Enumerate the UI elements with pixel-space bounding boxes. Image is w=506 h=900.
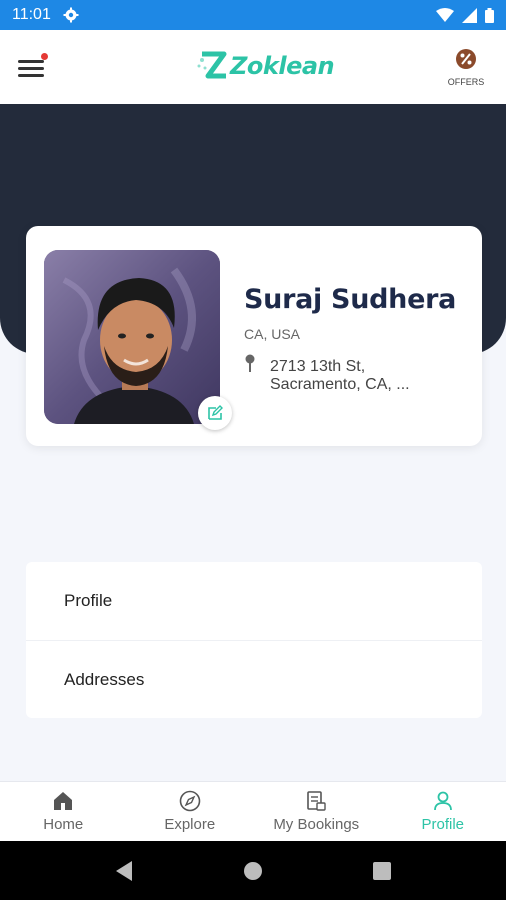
menu-item-addresses[interactable]: Addresses — [26, 640, 482, 718]
offer-percent-icon — [456, 49, 476, 69]
user-name: Suraj Sudhera — [244, 284, 457, 315]
menu-line — [18, 60, 44, 63]
recents-icon[interactable] — [372, 861, 392, 881]
nav-item-home[interactable]: Home — [0, 782, 127, 841]
offers-button[interactable]: OFFERS — [442, 48, 490, 87]
hamburger-menu-button[interactable] — [18, 53, 48, 78]
system-navigation-bar — [0, 841, 506, 900]
status-indicators — [436, 7, 494, 23]
nav-label-my-bookings: My Bookings — [273, 816, 360, 833]
home-icon — [54, 792, 73, 810]
brand-logo: Zoklean — [196, 44, 335, 88]
logo-mark-icon — [197, 51, 227, 79]
app-header: Zoklean OFFERS — [0, 30, 506, 104]
bookings-icon — [307, 791, 326, 811]
edit-icon — [208, 405, 223, 420]
menu-line — [18, 74, 44, 77]
menu-item-profile[interactable]: Profile — [26, 562, 482, 640]
wifi-icon — [436, 8, 454, 22]
edit-photo-button[interactable] — [198, 396, 232, 430]
settings-icon — [63, 7, 79, 23]
profile-menu-list: Profile Addresses — [26, 562, 482, 718]
notification-dot — [41, 53, 48, 60]
address-line-1: 2713 13th St, — [270, 358, 366, 375]
avatar[interactable] — [44, 250, 220, 424]
signal-icon — [462, 7, 477, 23]
user-region: CA, USA — [244, 326, 301, 342]
status-bar: 11:01 — [0, 0, 506, 30]
avatar-photo — [44, 250, 220, 424]
nav-label-home: Home — [43, 816, 84, 833]
nav-item-explore[interactable]: Explore — [127, 782, 254, 841]
compass-icon — [179, 790, 201, 812]
profile-card: Suraj Sudhera CA, USA 2713 13th St, Sacr… — [26, 226, 482, 446]
nav-label-explore: Explore — [164, 816, 216, 833]
menu-line — [18, 67, 44, 70]
nav-item-my-bookings[interactable]: My Bookings — [253, 782, 380, 841]
offers-label: OFFERS — [447, 77, 485, 87]
location-pin-icon — [245, 354, 255, 372]
back-icon[interactable] — [114, 860, 134, 882]
address-line-2: Sacramento, CA, ... — [270, 376, 410, 393]
status-time: 11:01 — [12, 6, 51, 23]
nav-item-profile[interactable]: Profile — [380, 782, 506, 841]
home-circle-icon[interactable] — [242, 860, 264, 882]
person-icon — [433, 791, 452, 811]
nav-label-profile: Profile — [421, 816, 465, 833]
bottom-navigation: Home Explore My Bookings Profile — [0, 781, 506, 841]
battery-icon — [485, 7, 494, 23]
brand-name: Zoklean — [230, 52, 335, 80]
